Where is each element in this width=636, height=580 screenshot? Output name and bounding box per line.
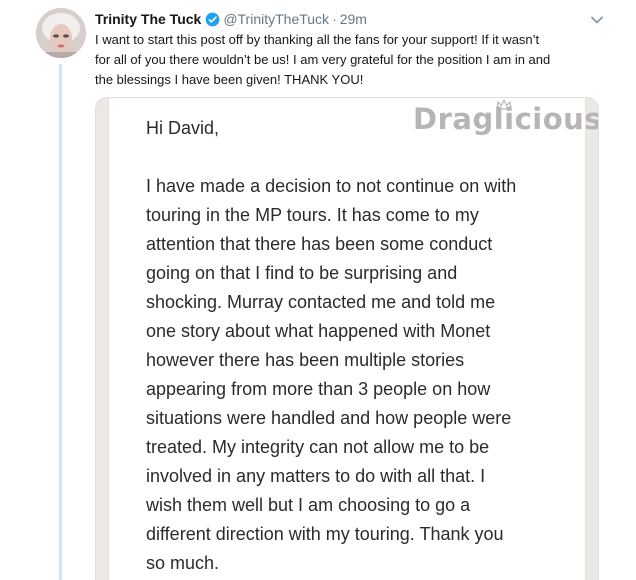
- verified-badge-icon: [205, 12, 220, 27]
- note-body-line: different direction with my touring. Tha…: [146, 524, 504, 544]
- note-body-line: however there has been multiple stories: [146, 350, 465, 370]
- tweet-text-line: I want to start this post off by thankin…: [95, 32, 540, 47]
- tweet-text: I want to start this post off by thankin…: [95, 30, 615, 90]
- note-body-line: touring in the MP tours. It has come to …: [146, 205, 479, 225]
- attached-image[interactable]: Hi David, Draglicious I have made a deci…: [95, 97, 599, 580]
- note-greeting: Hi David,: [146, 118, 220, 138]
- crown-icon: [496, 98, 512, 110]
- user-handle[interactable]: @TrinityTheTuck: [223, 11, 329, 27]
- note-body-line: one story about what happened with Monet: [146, 321, 491, 341]
- note-body: I have made a decision to not continue o…: [146, 172, 586, 578]
- note-body-line: so much.: [146, 553, 220, 573]
- avatar[interactable]: [36, 8, 86, 58]
- note-body-line: wish them well but I am choosing to go a: [146, 495, 471, 515]
- tweet-header: Trinity The Tuck @TrinityTheTuck · 29m: [95, 9, 606, 29]
- thread-line: [59, 64, 62, 580]
- note-body-line: appearing from more than 3 people on how: [146, 379, 491, 399]
- tweet-text-line: for all of you there wouldn’t be us! I a…: [95, 52, 551, 67]
- note-body-line: situations were handled and how people w…: [146, 408, 512, 428]
- tweet-timestamp[interactable]: 29m: [340, 11, 367, 27]
- chevron-down-icon[interactable]: [590, 12, 604, 24]
- note-body-line: I have made a decision to not continue o…: [146, 176, 517, 196]
- note-body-line: going on that I find to be surprising an…: [146, 263, 458, 283]
- notes-screenshot: Hi David, Draglicious I have made a deci…: [108, 98, 598, 580]
- note-body-line: shocking. Murray contacted me and told m…: [146, 292, 496, 312]
- tweet-page: Trinity The Tuck @TrinityTheTuck · 29m I…: [0, 0, 636, 580]
- note-body-line: attention that there has been some condu…: [146, 234, 493, 254]
- tweet-text-line: the blessings I have been given! THANK Y…: [95, 72, 364, 87]
- note-body-line: involved in any matters to do with all t…: [146, 466, 486, 486]
- note-body-line: treated. My integrity can not allow me t…: [146, 437, 490, 457]
- display-name[interactable]: Trinity The Tuck: [95, 11, 201, 27]
- avatar-image: [36, 8, 86, 58]
- separator-dot: ·: [332, 11, 337, 27]
